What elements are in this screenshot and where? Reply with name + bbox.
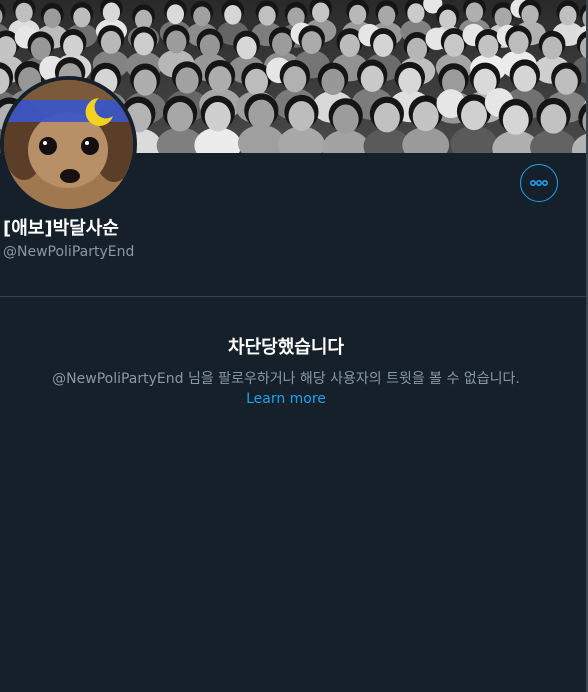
more-options-button[interactable] xyxy=(520,164,558,202)
blocked-title: 차단당했습니다 xyxy=(228,337,344,358)
profile-page: [애보]박달사순 @NewPoliPartyEnd 차단당했습니다 @NewPo… xyxy=(0,0,588,692)
learn-more-link[interactable]: Learn more xyxy=(0,389,572,409)
more-horizontal-icon xyxy=(529,180,549,187)
profile-avatar[interactable] xyxy=(0,76,137,213)
dog-avatar-image xyxy=(4,80,133,209)
blocked-description: @NewPoliPartyEnd 님을 팔로우하거나 해당 사용자의 트윗을 볼… xyxy=(52,371,520,387)
section-divider xyxy=(0,296,586,297)
profile-handle: @NewPoliPartyEnd xyxy=(3,244,135,260)
profile-display-name: [애보]박달사순 xyxy=(3,218,119,239)
